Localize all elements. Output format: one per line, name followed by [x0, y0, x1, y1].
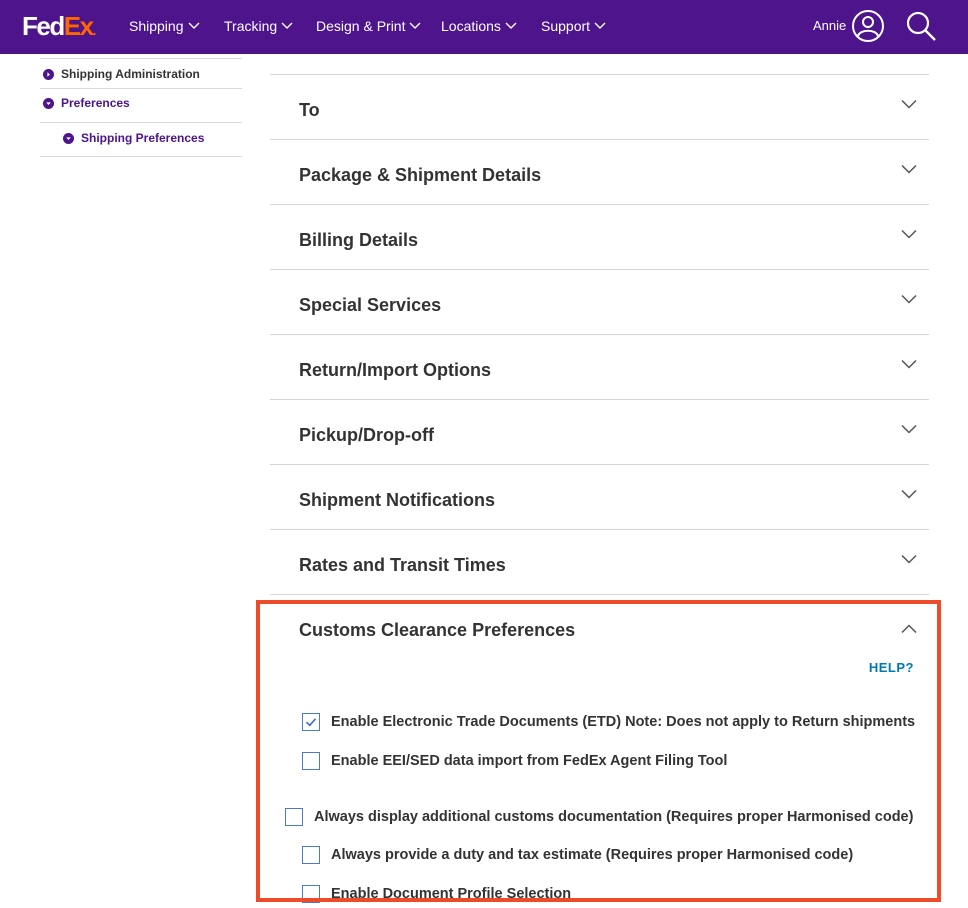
section-special-services[interactable]: Special Services	[270, 269, 929, 334]
chevron-up-icon[interactable]	[901, 624, 917, 634]
sidebar-item-label: Shipping Preferences	[81, 131, 205, 145]
nav-support-label: Support	[541, 18, 591, 34]
sidebar-item-label: Shipping Administration	[61, 67, 200, 81]
checkbox[interactable]	[285, 808, 303, 826]
circle-chevron-down-icon	[43, 98, 54, 109]
section-to[interactable]: To	[270, 74, 929, 139]
section-title[interactable]: Customs Clearance Preferences	[299, 619, 575, 641]
nav-tracking-label: Tracking	[224, 18, 278, 34]
option-label: Enable EEI/SED data import from FedEx Ag…	[331, 753, 728, 769]
section-return-import-options[interactable]: Return/Import Options	[270, 334, 929, 399]
option-label: Always provide a duty and tax estimate (…	[331, 847, 854, 863]
sidebar-item-shipping-administration[interactable]: Shipping Administration	[40, 58, 242, 88]
nav-shipping-label: Shipping	[129, 18, 184, 34]
sidebar-item-shipping-preferences[interactable]: Shipping Preferences	[40, 122, 242, 157]
section-package-shipment-details[interactable]: Package & Shipment Details	[270, 139, 929, 204]
section-title: Shipment Notifications	[299, 490, 496, 510]
chevron-down-icon	[901, 554, 917, 564]
nav-tracking[interactable]: Tracking	[224, 17, 293, 35]
chevron-down-icon	[594, 22, 606, 29]
section-rates-transit-times[interactable]: Rates and Transit Times	[270, 529, 929, 594]
sidebar-item-preferences[interactable]: Preferences	[40, 88, 242, 122]
section-title: Package & Shipment Details	[299, 165, 542, 185]
chevron-down-icon	[901, 99, 917, 109]
checkbox-checked[interactable]	[302, 713, 320, 731]
logo-fed: Fed	[22, 11, 65, 41]
chevron-down-icon	[901, 164, 917, 174]
section-title: Rates and Transit Times	[299, 555, 506, 575]
checkbox[interactable]	[302, 846, 320, 864]
help-link[interactable]: HELP?	[869, 660, 914, 675]
section-title: Special Services	[299, 295, 442, 315]
nav-locations-label: Locations	[441, 18, 501, 34]
nav-design-print-label: Design & Print	[316, 18, 406, 34]
section-title: Pickup/Drop-off	[299, 425, 434, 445]
chevron-down-icon	[281, 22, 293, 29]
user-name[interactable]: Annie	[813, 18, 846, 34]
chevron-down-icon	[901, 489, 917, 499]
nav-support[interactable]: Support	[541, 17, 606, 35]
circle-chevron-right-icon	[43, 69, 54, 80]
sidebar-item-label: Preferences	[61, 96, 130, 110]
chevron-down-icon	[901, 294, 917, 304]
nav-shipping[interactable]: Shipping	[129, 17, 200, 35]
checkmark-icon	[305, 718, 317, 727]
section-shipment-notifications[interactable]: Shipment Notifications	[270, 464, 929, 529]
chevron-down-icon	[901, 229, 917, 239]
checkbox[interactable]	[302, 885, 320, 903]
option-duty-tax-estimate[interactable]: Always provide a duty and tax estimate (…	[302, 846, 853, 864]
chevron-down-icon	[188, 22, 199, 29]
nav-locations[interactable]: Locations	[441, 17, 517, 35]
section-title: Billing Details	[299, 230, 419, 250]
option-label: Always display additional customs docume…	[314, 809, 914, 825]
chevron-down-icon	[901, 424, 917, 434]
preferences-accordion: To Package & Shipment Details Billing De…	[270, 74, 929, 903]
option-enable-etd[interactable]: Enable Electronic Trade Documents (ETD) …	[302, 713, 915, 731]
option-label: Enable Document Profile Selection	[331, 886, 572, 902]
logo-ex: Ex	[63, 11, 94, 41]
user-account-icon[interactable]	[851, 9, 885, 43]
sidebar-nav: Shipping Administration Preferences Ship…	[40, 58, 242, 157]
top-nav-bar: FedEx. Shipping Tracking Design & Print …	[0, 0, 968, 54]
option-enable-eei-sed-import[interactable]: Enable EEI/SED data import from FedEx Ag…	[302, 752, 727, 770]
circle-chevron-down-icon	[63, 133, 74, 144]
option-display-customs-documentation[interactable]: Always display additional customs docume…	[285, 808, 913, 826]
checkbox[interactable]	[302, 752, 320, 770]
fedex-logo[interactable]: FedEx.	[22, 11, 96, 45]
nav-design-print[interactable]: Design & Print	[316, 17, 421, 35]
option-label: Enable Electronic Trade Documents (ETD) …	[331, 714, 916, 730]
search-icon[interactable]	[905, 10, 937, 42]
chevron-down-icon	[409, 22, 421, 29]
chevron-down-icon	[505, 22, 517, 29]
chevron-down-icon	[901, 359, 917, 369]
option-document-profile-selection[interactable]: Enable Document Profile Selection	[302, 885, 571, 903]
section-pickup-drop-off[interactable]: Pickup/Drop-off	[270, 399, 929, 464]
section-title: Return/Import Options	[299, 360, 491, 380]
section-billing-details[interactable]: Billing Details	[270, 204, 929, 269]
section-title: To	[299, 100, 320, 120]
section-customs-clearance-preferences: Customs Clearance Preferences HELP? Enab…	[270, 594, 929, 903]
logo-dot: .	[92, 22, 97, 38]
